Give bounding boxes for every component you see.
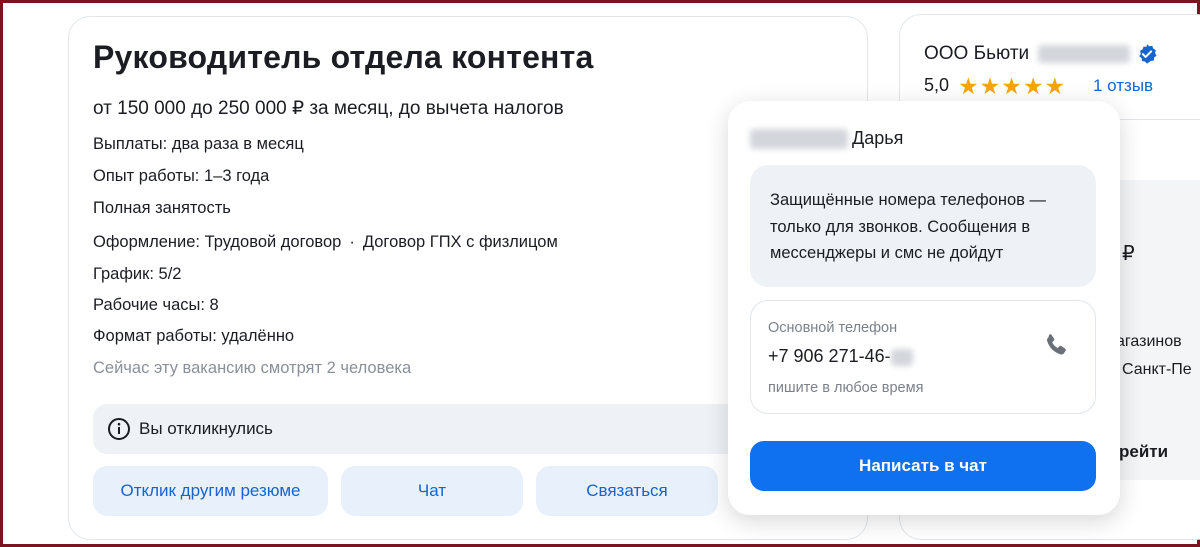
- contact-first-name: Дарья: [852, 128, 904, 148]
- work-format-info: Формат работы: удалённо: [93, 327, 295, 345]
- hours-info: Рабочие часы: 8: [93, 296, 219, 314]
- contact-button[interactable]: Связаться: [536, 466, 718, 516]
- redacted-name-part: [1038, 44, 1131, 63]
- peek-currency: ₽: [1122, 243, 1135, 265]
- chat-button[interactable]: Чат: [341, 466, 523, 516]
- contract-info: Оформление: Трудовой договор · Договор ГПХ…: [93, 233, 558, 252]
- schedule-info: График: 5/2: [93, 265, 182, 283]
- contract-primary: Оформление: Трудовой договор: [93, 233, 342, 251]
- phone-card: Основной телефон +7 906 271-46- пишите в…: [750, 300, 1096, 414]
- viewers-count: Сейчас эту вакансию смотрят 2 человека: [93, 359, 412, 377]
- verified-icon: [1139, 44, 1157, 64]
- peek-shops-text: агазинов: [1116, 333, 1182, 350]
- employer-name-text: ООО Бьюти: [924, 43, 1030, 64]
- employment-info: Полная занятость: [93, 199, 231, 217]
- employer-name[interactable]: ООО Бьюти: [924, 43, 1131, 65]
- vacancy-salary: от 150 000 до 250 000 ₽ за месяц, до выч…: [93, 98, 564, 119]
- phone-hint: пишите в любое время: [768, 380, 924, 396]
- peek-city-text: Санкт-Пе: [1122, 361, 1192, 378]
- payments-info: Выплаты: два раза в месяц: [93, 135, 304, 153]
- redacted-surname: [750, 129, 848, 150]
- phone-icon[interactable]: [1041, 331, 1071, 361]
- contract-separator: ·: [349, 233, 355, 251]
- rating-stars: ★★★★★: [958, 73, 1067, 99]
- contact-popup: Дарья Защищённые номера телефонов — толь…: [728, 101, 1120, 515]
- contact-person: Дарья: [750, 128, 904, 150]
- peek-link-text[interactable]: рейти: [1119, 442, 1168, 462]
- experience-info: Опыт работы: 1–3 года: [93, 167, 270, 185]
- reviews-link[interactable]: 1 отзыв: [1093, 76, 1153, 96]
- protected-numbers-notice: Защищённые номера телефонов — только для…: [750, 165, 1096, 287]
- phone-number[interactable]: +7 906 271-46-: [768, 346, 913, 367]
- redacted-phone-digits: [890, 348, 913, 366]
- vacancy-title: Руководитель отдела контента: [93, 39, 594, 75]
- phone-number-text: +7 906 271-46-: [768, 346, 891, 366]
- phone-label: Основной телефон: [768, 320, 898, 336]
- responded-status: Вы откликнулись: [93, 404, 793, 454]
- write-to-chat-button[interactable]: Написать в чат: [750, 441, 1096, 491]
- contract-secondary: Договор ГПХ с физлицом: [362, 233, 558, 251]
- responded-label: Вы откликнулись: [139, 419, 273, 438]
- employer-rating: 5,0: [924, 75, 950, 95]
- info-icon: [108, 418, 130, 440]
- respond-other-resume-button[interactable]: Отклик другим резюме: [93, 466, 328, 516]
